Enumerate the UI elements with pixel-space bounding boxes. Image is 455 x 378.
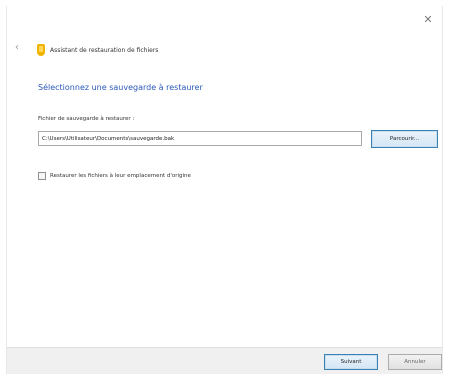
title-bar: ✕ <box>7 6 442 34</box>
wizard-header: Assistant de restauration de fichiers <box>37 43 158 57</box>
instruction-heading: Sélectionnez une sauvegarde à restaurer <box>38 83 203 92</box>
wizard-title: Assistant de restauration de fichiers <box>50 46 159 54</box>
back-arrow-icon[interactable]: ‹ <box>11 40 23 56</box>
close-icon[interactable]: ✕ <box>418 11 438 29</box>
restore-option-row[interactable]: Restaurer les fichiers à leur emplacemen… <box>38 172 191 180</box>
wizard-shield-icon <box>37 44 45 56</box>
file-field-label: Fichier de sauvegarde à restaurer : <box>38 116 135 122</box>
dialog-window: ✕ ‹ Assistant de restauration de fichier… <box>6 6 443 374</box>
restore-option-label: Restaurer les fichiers à leur emplacemen… <box>50 173 191 179</box>
dialog-footer: Suivant Annuler <box>7 347 442 374</box>
next-button[interactable]: Suivant <box>324 354 378 370</box>
restore-option-checkbox[interactable] <box>38 172 46 180</box>
file-path-input[interactable] <box>38 131 362 146</box>
browse-button[interactable]: Parcourir... <box>371 130 438 148</box>
cancel-button[interactable]: Annuler <box>388 354 442 370</box>
